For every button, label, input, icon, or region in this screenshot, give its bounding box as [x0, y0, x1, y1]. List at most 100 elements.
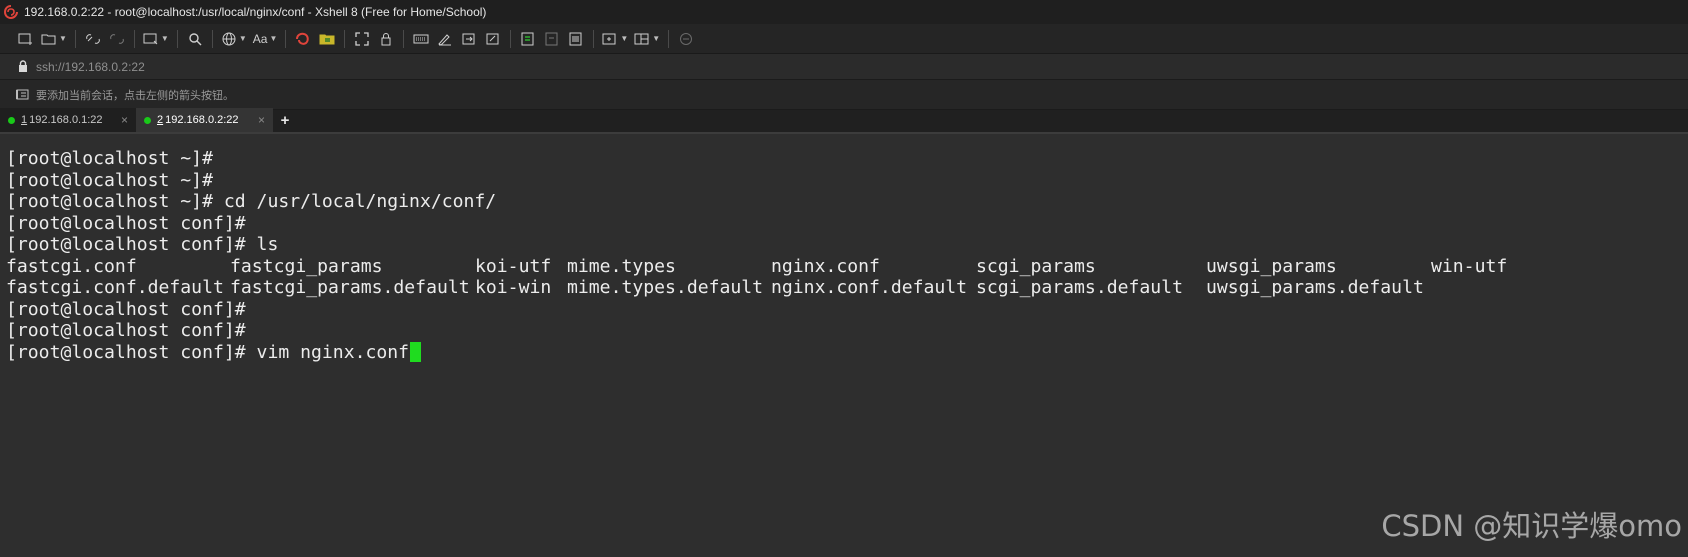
add-window-icon — [602, 33, 616, 44]
open-session-button[interactable]: ▼ — [41, 28, 67, 50]
toolbar-separator — [74, 29, 76, 48]
chat-button[interactable] — [677, 28, 695, 50]
terminal-output[interactable]: [root@localhost ~]# [root@localhost ~]# … — [0, 145, 1688, 557]
terminal-line: [root@localhost ~]# cd /usr/local/nginx/… — [6, 191, 497, 212]
globe-icon — [222, 32, 236, 45]
lock-button[interactable] — [377, 28, 395, 50]
toolbar-separator — [510, 29, 512, 48]
compose-button[interactable] — [436, 28, 454, 50]
lock-icon — [381, 32, 391, 45]
fullscreen-icon — [355, 31, 370, 46]
connect-button[interactable] — [84, 28, 102, 50]
ls-file-name: nginx.conf.default — [771, 277, 968, 298]
status-dot-icon — [144, 116, 151, 124]
chevron-down-icon[interactable]: ▼ — [161, 34, 169, 43]
layout-button[interactable]: ▼ — [634, 28, 660, 50]
ls-file-name: uwsgi_params — [1206, 255, 1337, 277]
address-input[interactable]: ssh://192.168.0.2:22 — [36, 60, 145, 74]
toolbar-separator — [133, 29, 135, 48]
terminal-line: [root@localhost conf]# — [6, 212, 246, 234]
ls-output-row: fastcgi.conf fastcgi_params koi-utf mime… — [6, 256, 1688, 278]
close-tab-icon[interactable]: × — [121, 113, 128, 127]
tunnel-button[interactable] — [543, 28, 561, 50]
ls-file-name: fastcgi.conf — [6, 255, 137, 277]
ls-file-name: nginx.conf — [771, 255, 880, 277]
toolbar-separator — [403, 29, 405, 48]
ls-file-name: mime.types — [567, 255, 676, 277]
font-button[interactable]: Aa ▼ — [253, 28, 278, 50]
ls-file-name: koi-utf — [475, 255, 552, 277]
ls-output-row: fastcgi.conf.default fastcgi_params.defa… — [6, 277, 1688, 299]
layout-icon — [634, 33, 649, 44]
find-button[interactable] — [186, 28, 204, 50]
ls-file-name: fastcgi_params.default — [230, 277, 470, 298]
new-session-icon — [18, 33, 32, 45]
terminal-line: [root@localhost ~]# — [6, 169, 213, 191]
add-session-arrow-icon[interactable] — [16, 88, 30, 101]
chevron-down-icon[interactable]: ▼ — [239, 34, 247, 43]
terminal-line: [root@localhost ~]# — [6, 148, 213, 169]
terminal-line: [root@localhost conf]# — [6, 320, 246, 341]
session-hint-bar: 要添加当前会话，点击左侧的箭头按钮。 — [0, 80, 1688, 110]
chevron-down-icon[interactable]: ▼ — [620, 34, 628, 43]
ls-file-name: fastcgi_params — [230, 255, 383, 277]
folder-open-icon — [41, 34, 56, 44]
ls-file-name: fastcgi.conf.default — [6, 277, 224, 298]
encoding-button[interactable]: ▼ — [221, 28, 247, 50]
link-icon — [86, 33, 100, 44]
ls-file-name: win-utf — [1431, 255, 1508, 277]
tab-number: 1 — [21, 114, 28, 126]
status-dot-icon — [8, 116, 15, 124]
terminal-line: [root@localhost conf]# ls — [6, 234, 279, 255]
unlink-icon — [110, 33, 124, 44]
tab-session-2[interactable]: 2 192.168.0.2:22 × — [136, 108, 273, 132]
transfer-button[interactable] — [519, 28, 537, 50]
ls-file-name: mime.types.default — [567, 277, 764, 298]
ls-file-name: scgi_params — [976, 255, 1096, 277]
send-to-all-button[interactable] — [460, 28, 478, 50]
xshell-button[interactable] — [294, 28, 312, 50]
new-tab-button[interactable]: ▼ — [602, 28, 628, 50]
add-tab-button[interactable]: + — [273, 108, 297, 132]
send-icon — [462, 33, 475, 44]
title-bar: 192.168.0.2:22 - root@localhost:/usr/loc… — [0, 0, 1688, 24]
toolbar-separator — [344, 29, 346, 48]
toolbar-separator — [593, 29, 595, 48]
log-button[interactable] — [567, 28, 585, 50]
toolbar-separator — [668, 29, 670, 48]
address-bar: ssh://192.168.0.2:22 — [0, 54, 1688, 80]
script-icon — [486, 33, 499, 44]
reconnect-button[interactable]: ▼ — [143, 28, 169, 50]
toolbar-separator — [176, 29, 178, 48]
lock-icon — [19, 60, 27, 72]
xshell-window: 192.168.0.2:22 - root@localhost:/usr/loc… — [0, 0, 1688, 557]
tab-bar: 1 192.168.0.1:22 × 2 192.168.0.2:22 × + — [0, 108, 1688, 134]
tab-label: 192.168.0.1:22 — [29, 114, 103, 126]
chevron-down-icon[interactable]: ▼ — [652, 34, 660, 43]
fullscreen-button[interactable] — [353, 28, 371, 50]
toolbar: ▼ ▼ ▼ Aa ▼ ▼ ▼ — [0, 24, 1688, 54]
transfer-icon — [521, 32, 534, 45]
screen-icon — [143, 33, 158, 44]
chat-icon — [680, 32, 693, 45]
toolbar-separator — [211, 29, 213, 48]
ls-file-name: uwsgi_params.default — [1206, 277, 1424, 298]
tab-session-1[interactable]: 1 192.168.0.1:22 × — [0, 108, 136, 132]
tab-number: 2 — [157, 114, 164, 126]
search-icon — [189, 32, 202, 45]
disconnect-button[interactable] — [108, 28, 126, 50]
close-tab-icon[interactable]: × — [258, 113, 265, 127]
keyboard-icon — [413, 34, 429, 43]
terminal-line: [root@localhost conf]# — [6, 298, 246, 320]
xftp-icon — [319, 34, 335, 44]
command-input-text[interactable]: [root@localhost conf]# vim nginx.conf — [6, 342, 409, 363]
new-session-button[interactable] — [17, 28, 35, 50]
pen-icon — [438, 33, 452, 46]
chevron-down-icon[interactable]: ▼ — [59, 34, 67, 43]
hint-text: 要添加当前会话，点击左侧的箭头按钮。 — [36, 89, 234, 102]
document-icon — [569, 32, 582, 45]
xftp-button[interactable] — [318, 28, 336, 50]
chevron-down-icon[interactable]: ▼ — [269, 34, 277, 43]
script-button[interactable] — [484, 28, 502, 50]
keyboard-button[interactable] — [412, 28, 430, 50]
